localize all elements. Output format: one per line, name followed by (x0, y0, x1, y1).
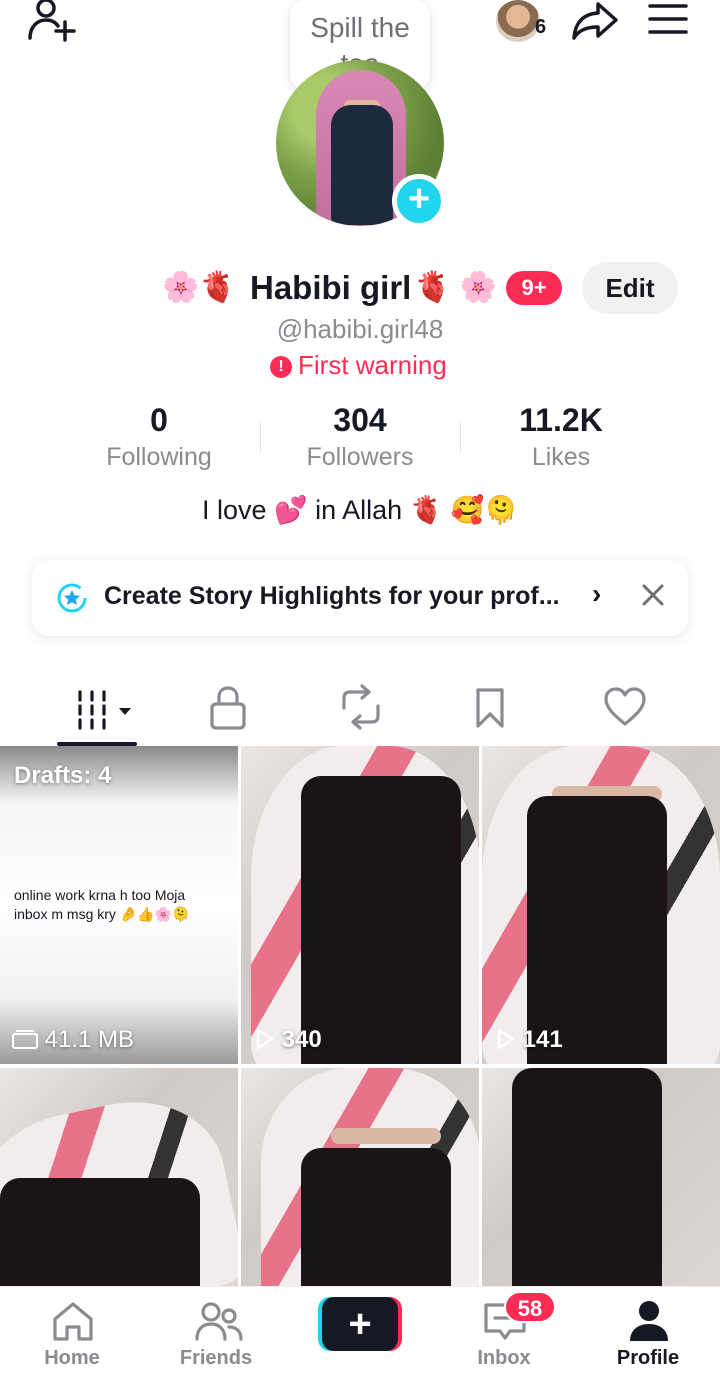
account-warning[interactable]: ! First warning (270, 350, 447, 381)
video-tile[interactable] (482, 1068, 720, 1286)
chevron-right-icon[interactable]: › (592, 578, 601, 610)
nav-profile-label: Profile (616, 1347, 680, 1369)
drafts-tile[interactable]: Drafts: 4 online work krna h too Moja in… (0, 746, 238, 1064)
nav-profile[interactable]: Profile (588, 1287, 708, 1396)
likes-label: Likes (531, 443, 591, 471)
top-bar: Spill the tea 6 (0, 0, 720, 90)
home-icon (53, 1302, 93, 1341)
tab-liked[interactable] (582, 676, 662, 746)
profile-name: Habibi girl (250, 269, 412, 306)
drafts-folder-icon (12, 1030, 38, 1049)
view-count: 340 (255, 1026, 322, 1054)
name-row: 🌸🫀 Habibi girl 🫀 🌸 9+ Edit (0, 262, 720, 314)
grid-icon (78, 690, 131, 730)
friends-icon (195, 1302, 243, 1341)
star-badge-icon (56, 582, 88, 614)
lock-icon (210, 686, 246, 730)
nav-home-label: Home (44, 1347, 100, 1369)
create-video-button[interactable]: + (318, 1297, 402, 1351)
inbox-unread-badge: 58 (504, 1291, 556, 1323)
play-icon (497, 1028, 515, 1050)
name-decoration-left: 🌸🫀 (162, 271, 237, 304)
profile-icon (630, 1301, 668, 1341)
view-count: 141 (496, 1026, 563, 1054)
draft-caption: online work krna h too Moja inbox m msg … (14, 887, 190, 922)
profile-visitor-count: 6 (535, 16, 547, 38)
repost-icon (342, 684, 380, 730)
share-icon[interactable] (570, 0, 622, 42)
tab-private[interactable] (188, 676, 268, 746)
likes-stat[interactable]: 11.2K Likes (461, 402, 661, 472)
drafts-count: Drafts: 4 (14, 762, 112, 789)
following-stat[interactable]: 0 Following (59, 402, 259, 472)
tab-reposts[interactable] (318, 676, 398, 746)
play-icon (256, 1028, 274, 1050)
draft-size-value: 41.1 MB (44, 1026, 135, 1053)
close-icon[interactable] (636, 578, 670, 612)
notification-badge[interactable]: 9+ (506, 271, 562, 305)
nav-home[interactable]: Home (12, 1287, 132, 1396)
video-tile[interactable] (0, 1068, 238, 1286)
followers-count: 304 (333, 402, 387, 438)
add-friend-icon[interactable] (26, 0, 78, 42)
bookmark-icon (476, 688, 504, 728)
video-tile[interactable] (241, 1068, 479, 1286)
video-tile[interactable]: 141 (482, 746, 720, 1064)
draft-size: 41.1 MB (12, 1026, 134, 1054)
video-grid: Drafts: 4 online work krna h too Moja in… (0, 746, 720, 1286)
story-highlights-text: Create Story Highlights for your prof... (104, 582, 560, 610)
profile-handle: @habibi.girl48 (276, 314, 444, 344)
profile-visitor-avatar[interactable] (496, 0, 540, 42)
profile-tabs (0, 676, 720, 746)
nav-friends[interactable]: Friends (156, 1287, 276, 1396)
profile-stats: 0 Following 304 Followers 11.2K Likes (0, 402, 720, 472)
edit-profile-button[interactable]: Edit (582, 262, 678, 314)
tab-videos[interactable] (57, 676, 137, 746)
video-tile[interactable]: 340 (241, 746, 479, 1064)
view-count-value: 141 (522, 1026, 563, 1053)
plus-icon: + (322, 1297, 398, 1351)
followers-stat[interactable]: 304 Followers (260, 402, 460, 472)
add-story-button[interactable]: + (392, 174, 446, 228)
view-count-value: 340 (281, 1026, 322, 1053)
name-decoration-right: 🫀 🌸 (414, 271, 498, 304)
nav-friends-label: Friends (179, 1347, 253, 1369)
bottom-navigation: Home Friends + Inbox 58 Profile (0, 1286, 720, 1396)
heart-icon (604, 687, 646, 726)
following-count: 0 (150, 402, 168, 438)
followers-label: Followers (306, 443, 414, 471)
menu-icon[interactable] (648, 4, 688, 34)
warning-text: First warning (298, 350, 447, 380)
likes-count: 11.2K (519, 402, 603, 438)
profile-bio: I love 💕 in Allah 🫀 🥰🫠 (201, 495, 519, 525)
following-label: Following (106, 443, 212, 471)
story-highlights-card[interactable]: Create Story Highlights for your prof...… (32, 560, 688, 636)
nav-inbox-label: Inbox (477, 1347, 531, 1369)
warning-icon: ! (270, 356, 292, 378)
story-prompt-line1: Spill the (310, 12, 410, 43)
tab-favorites[interactable] (450, 676, 530, 746)
